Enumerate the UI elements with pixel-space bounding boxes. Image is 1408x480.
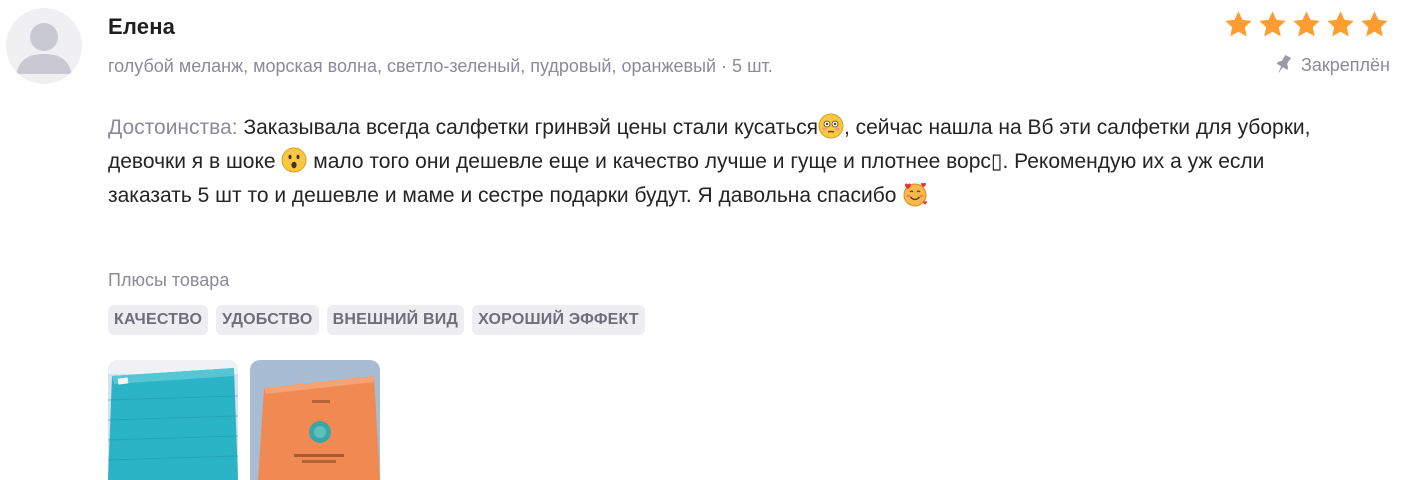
tag-chip: КАЧЕСТВО bbox=[108, 305, 209, 335]
review-text: Достоинства: Заказывала всегда салфетки … bbox=[108, 111, 1348, 213]
advantages-label: Достоинства: bbox=[108, 116, 238, 139]
tag-chip: ХОРОШИЙ ЭФФЕКТ bbox=[472, 305, 645, 335]
pin-icon bbox=[1276, 54, 1292, 74]
review-text-part-1: Заказывала всегда салфетки гринвэй цены … bbox=[243, 116, 818, 139]
product-variant: голубой меланж, морская волна, светло-зе… bbox=[108, 56, 773, 76]
star-icon bbox=[1327, 11, 1354, 37]
flushed-face-icon bbox=[818, 113, 844, 139]
star-icon bbox=[1361, 11, 1388, 37]
rating-stars bbox=[1223, 9, 1390, 40]
star-icon bbox=[1225, 11, 1252, 37]
teal-cloth-photo bbox=[108, 360, 238, 480]
avatar bbox=[6, 8, 82, 84]
pluses-tags: КАЧЕСТВО УДОБСТВО ВНЕШНИЙ ВИД ХОРОШИЙ ЭФ… bbox=[108, 305, 645, 335]
orange-package-photo bbox=[250, 360, 380, 480]
pinned-indicator: Закреплён bbox=[1273, 54, 1390, 76]
author-name: Елена bbox=[108, 14, 176, 39]
tag-chip: ВНЕШНИЙ ВИД bbox=[326, 305, 465, 335]
review-photos bbox=[108, 360, 380, 480]
star-icon bbox=[1293, 11, 1320, 37]
user-silhouette-icon bbox=[16, 23, 72, 74]
astonished-face-icon bbox=[281, 147, 307, 173]
review-photo-thumbnail[interactable] bbox=[250, 360, 380, 480]
pluses-title: Плюсы товара bbox=[108, 270, 230, 290]
review-photo-thumbnail[interactable] bbox=[108, 360, 238, 480]
smiling-hearts-face-icon bbox=[903, 182, 928, 207]
pinned-label: Закреплён bbox=[1301, 54, 1390, 75]
tag-chip: УДОБСТВО bbox=[216, 305, 319, 335]
star-icon bbox=[1259, 11, 1286, 37]
